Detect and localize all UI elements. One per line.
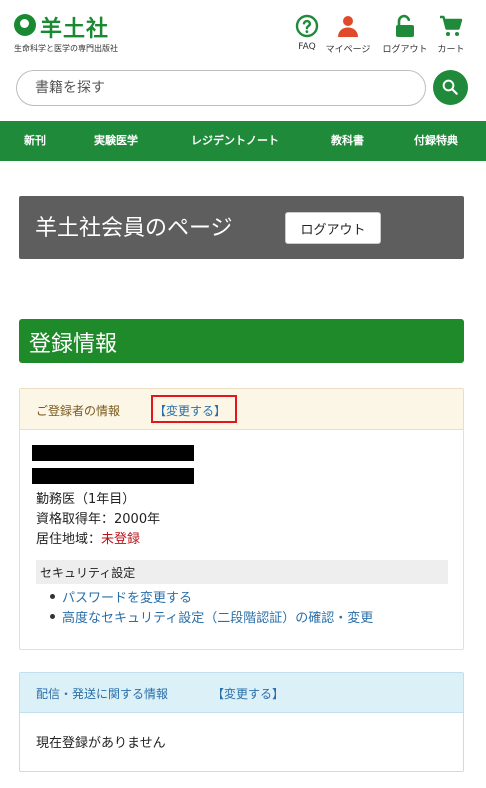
nav-item-textbooks[interactable]: 教科書 (331, 121, 364, 161)
logo-tagline: 生命科学と医学の専門出版社 (14, 44, 118, 53)
member-banner: 羊土社会員のページ ログアウト (19, 196, 464, 259)
registrant-panel: ご登録者の情報 【変更する】 勤務医（1年目） 資格取得年：2000年 居住地域… (19, 388, 464, 650)
nav-item-resident-note[interactable]: レジデントノート (191, 121, 279, 161)
search-icon (442, 79, 458, 95)
redacted-name (32, 445, 194, 461)
change-password-link[interactable]: パスワードを変更する (49, 587, 192, 606)
registration-info-heading: 登録情報 (19, 319, 464, 363)
logo-mark-icon (14, 14, 36, 36)
delivery-change-link[interactable]: 【変更する】 (212, 685, 284, 702)
logout-label: ログアウト (382, 45, 428, 55)
logout-button[interactable]: ログアウト (285, 212, 381, 244)
nav-item-bonus[interactable]: 付録特典 (414, 121, 458, 161)
search-button[interactable] (433, 70, 468, 105)
cart-link[interactable]: カート (423, 14, 479, 55)
logo-text: 羊土社 (40, 17, 110, 42)
search-input[interactable] (16, 70, 426, 106)
security-settings-title: セキュリティ設定 (40, 566, 136, 580)
question-circle-icon (295, 14, 319, 38)
member-page-title: 羊土社会員のページ (35, 216, 233, 241)
faq-label: FAQ (298, 42, 316, 52)
unlock-icon (396, 14, 414, 37)
delivery-panel-header: 配信・発送に関する情報 【変更する】 (20, 673, 463, 713)
user-icon (338, 16, 358, 37)
registrant-panel-title: ご登録者の情報 (36, 404, 121, 418)
license-year-text: 資格取得年：2000年 (36, 512, 161, 527)
delivery-status-text: 現在登録がありません (36, 736, 166, 751)
residence-row: 居住地域：未登録 (36, 528, 140, 547)
nav-item-jikken-igaku[interactable]: 実験医学 (94, 121, 138, 161)
main-nav: 新刊 実験医学 レジデントノート 教科書 付録特典 (0, 121, 486, 161)
mypage-link[interactable]: マイページ (320, 14, 376, 55)
two-factor-settings-link[interactable]: 高度なセキュリティ設定（二段階認証）の確認・変更 (49, 607, 373, 626)
security-settings-box: セキュリティ設定 (36, 560, 448, 584)
delivery-panel-title: 配信・発送に関する情報 (36, 687, 169, 701)
site-header: 羊土社 生命科学と医学の専門出版社 FAQ マイページ ログアウト カート (0, 0, 486, 62)
registration-info-title: 登録情報 (29, 332, 118, 357)
occupation-text: 勤務医（1年目） (36, 492, 136, 507)
cart-icon (440, 15, 463, 36)
residence-label: 居住地域： (36, 532, 102, 547)
highlight-box (151, 395, 237, 423)
nav-item-new[interactable]: 新刊 (24, 121, 46, 161)
delivery-panel: 配信・発送に関する情報 【変更する】 現在登録がありません (19, 672, 464, 772)
residence-value: 未登録 (101, 532, 141, 547)
mypage-label: マイページ (325, 45, 371, 55)
registrant-panel-header: ご登録者の情報 【変更する】 (20, 389, 463, 430)
redacted-email (32, 468, 194, 484)
cart-label: カート (437, 45, 465, 55)
